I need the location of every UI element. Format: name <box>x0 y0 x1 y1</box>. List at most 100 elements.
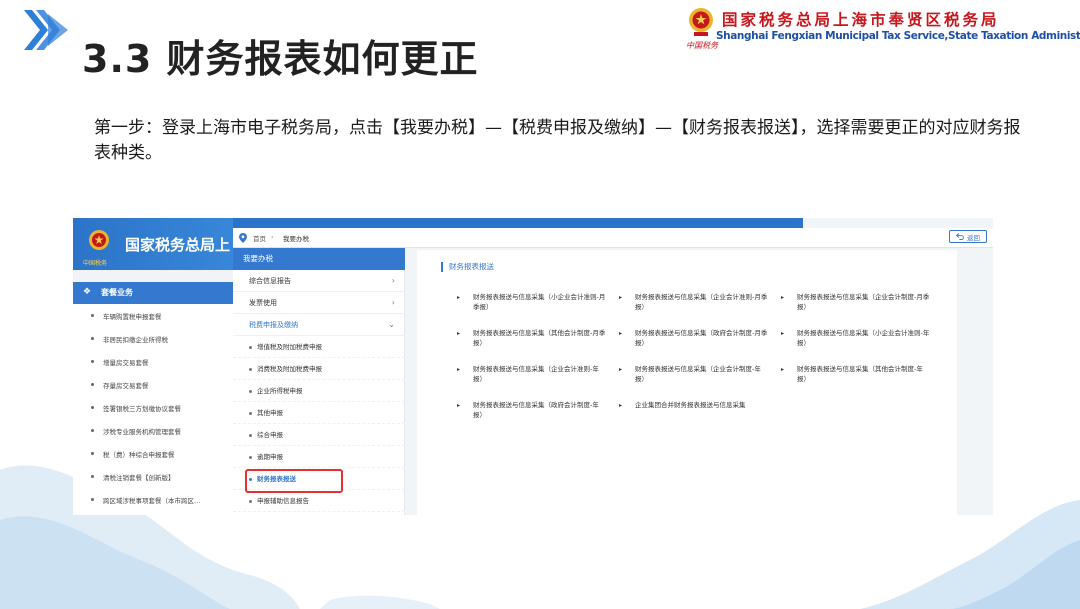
submenu-item[interactable]: 其他申报 <box>233 402 405 424</box>
triangle-bullet-icon: ▸ <box>619 294 623 301</box>
side-menu-header[interactable]: 我要办税 <box>233 248 405 270</box>
package-item[interactable]: 增量房交易套餐 <box>73 350 233 373</box>
menu-item-label: 发票使用 <box>249 299 277 307</box>
submenu-item-label: 企业所得税申报 <box>257 387 303 395</box>
chevron-right-icon: › <box>391 298 395 307</box>
triangle-bullet-icon: ▸ <box>619 402 623 409</box>
report-link-label: 财务报表报送与信息采集（企业会计准则-月季报） <box>635 293 768 311</box>
submenu-item[interactable]: 增值税及附加税费申报 <box>233 336 405 358</box>
report-link-label: 财务报表报送与信息采集（政府会计制度-年报） <box>473 401 599 419</box>
submenu-item[interactable]: 申报辅助信息报告 <box>233 490 405 512</box>
triangle-bullet-icon: ▸ <box>781 366 785 373</box>
report-link-label: 财务报表报送与信息采集（小企业会计准则-月季报） <box>473 293 606 311</box>
report-link[interactable]: ▸ 财务报表报送与信息采集（企业会计制度-月季报） <box>781 292 931 312</box>
report-link[interactable]: ▸ 财务报表报送与信息采集（企业会计制度-年报） <box>619 364 769 384</box>
submenu-item[interactable]: 企业所得税申报 <box>233 380 405 402</box>
bullet-icon <box>249 412 252 415</box>
bullet-icon <box>91 383 94 386</box>
triangle-bullet-icon: ▸ <box>619 366 623 373</box>
package-item-label: 增量房交易套餐 <box>103 358 149 367</box>
return-arrow-icon <box>956 233 964 240</box>
submenu-item[interactable]: 综合申报 <box>233 424 405 446</box>
bullet-icon <box>249 390 252 393</box>
menu-item-invoice[interactable]: 发票使用 › <box>233 292 405 314</box>
report-link[interactable]: ▸ 财务报表报送与信息采集（其他会计制度-年报） <box>781 364 931 384</box>
report-link[interactable]: ▸ 财务报表报送与信息采集（小企业会计准则-年报） <box>781 328 931 348</box>
package-item-label: 存量房交易套餐 <box>103 381 149 390</box>
report-link[interactable]: ▸ 财务报表报送与信息采集（政府会计制度-年报） <box>457 400 607 420</box>
report-link-label: 财务报表报送与信息采集（其他会计制度-月季报） <box>473 329 606 347</box>
report-link-label: 企业集团合并财务报表报送与信息采集 <box>635 401 746 409</box>
package-item-label: 涉税专业服务机构管理套餐 <box>103 427 181 436</box>
back-button-label: 返回 <box>967 233 980 242</box>
package-icon: ❖ <box>83 287 92 297</box>
package-item[interactable]: 跨区域涉税事项套餐（本市跨区… <box>73 488 233 511</box>
package-item-label: 车辆购置税申报套餐 <box>103 312 162 321</box>
triangle-bullet-icon: ▸ <box>457 294 461 301</box>
package-item-label: 签署银税三方划缴协议套餐 <box>103 404 181 413</box>
report-link-label: 财务报表报送与信息采集（小企业会计准则-年报） <box>797 329 930 347</box>
left-seal: 中国税务 <box>83 260 108 267</box>
portal-title: 国家税务总局上 <box>125 236 231 254</box>
brand-name-en: Shanghai Fengxian Municipal Tax Service,… <box>716 30 1080 42</box>
triangle-bullet-icon: ▸ <box>619 330 623 337</box>
bullet-icon <box>91 360 94 363</box>
submenu-item-label: 增值税及附加税费申报 <box>257 343 322 351</box>
back-button[interactable]: 返回 <box>949 230 987 243</box>
instruction-text: 第一步：登录上海市电子税务局，点击【我要办税】—【税费申报及缴纳】—【财务报表报… <box>94 118 1021 163</box>
report-link[interactable]: ▸ 企业集团合并财务报表报送与信息采集 <box>619 400 769 410</box>
menu-item-info-report[interactable]: 综合信息报告 › <box>233 270 405 292</box>
bullet-icon <box>249 456 252 459</box>
package-item[interactable]: 非居民扣缴企业所得税 <box>73 327 233 350</box>
package-item[interactable]: 涉税专业服务机构管理套餐 <box>73 419 233 442</box>
report-link[interactable]: ▸ 财务报表报送与信息采集（其他会计制度-月季报） <box>457 328 607 348</box>
submenu-item-label: 其他申报 <box>257 409 283 417</box>
submenu-item[interactable]: 消费税及附加税费申报 <box>233 358 405 380</box>
package-item-label: 非居民扣缴企业所得税 <box>103 335 168 344</box>
menu-item-tax-declaration[interactable]: 税费申报及缴纳 ⌄ <box>233 314 405 336</box>
content-panel: 财务报表报送 ▸ 财务报表报送与信息采集（小企业会计准则-月季报） ▸ 财务报表报送… <box>417 250 957 515</box>
bullet-icon <box>91 452 94 455</box>
content-title: 财务报表报送 <box>441 262 494 272</box>
brand-name-cn: 国家税务总局上海市奉贤区税务局 <box>722 11 1000 29</box>
breadcrumb-separator: › <box>271 233 274 241</box>
chevron-right-icon: › <box>391 276 395 285</box>
submenu-item-label: 综合申报 <box>257 431 283 439</box>
package-item[interactable]: 车辆购置税申报套餐 <box>73 304 233 327</box>
triangle-bullet-icon: ▸ <box>781 330 785 337</box>
bullet-icon <box>249 346 252 349</box>
location-pin-icon <box>239 233 247 243</box>
chevron-arrows-icon <box>24 10 68 50</box>
breadcrumb-home[interactable]: 首页 <box>253 233 266 243</box>
package-item[interactable]: 存量房交易套餐 <box>73 373 233 396</box>
report-link-label: 财务报表报送与信息采集（其他会计制度-年报） <box>797 365 923 383</box>
breadcrumb: 首页 › 我要办税 返回 <box>233 228 993 248</box>
bullet-icon <box>91 406 94 409</box>
report-link-label: 财务报表报送与信息采集（企业会计制度-月季报） <box>797 293 930 311</box>
submenu-item[interactable]: 逾期申报 <box>233 446 405 468</box>
report-link[interactable]: ▸ 财务报表报送与信息采集（企业会计准则-月季报） <box>619 292 769 312</box>
report-link-label: 财务报表报送与信息采集（政府会计制度-月季报） <box>635 329 768 347</box>
report-link[interactable]: ▸ 财务报表报送与信息采集（政府会计制度-月季报） <box>619 328 769 348</box>
national-emblem-icon <box>89 230 109 250</box>
submenu-item-label: 逾期申报 <box>257 453 283 461</box>
package-item[interactable]: 税（费）种综合申报套餐 <box>73 442 233 465</box>
bullet-icon <box>249 368 252 371</box>
slide-title: 3.3 财务报表如何更正 <box>82 37 479 81</box>
bullet-icon <box>91 337 94 340</box>
report-link[interactable]: ▸ 财务报表报送与信息采集（企业会计准则-年报） <box>457 364 607 384</box>
triangle-bullet-icon: ▸ <box>781 294 785 301</box>
report-link[interactable]: ▸ 财务报表报送与信息采集（小企业会计准则-月季报） <box>457 292 607 312</box>
package-item-label: 跨区域涉税事项套餐（本市跨区… <box>103 496 201 505</box>
tax-portal-screenshot: 中国税务 国家税务总局上 ❖ 套餐业务 车辆购置税申报套餐 非居民扣缴企业所得税… <box>73 218 993 515</box>
triangle-bullet-icon: ▸ <box>457 366 461 373</box>
menu-item-label: 综合信息报告 <box>249 277 291 285</box>
package-item[interactable]: 签署银税三方划缴协议套餐 <box>73 396 233 419</box>
submenu-item-label: 消费税及附加税费申报 <box>257 365 322 373</box>
bullet-icon <box>91 314 94 317</box>
bullet-icon <box>249 434 252 437</box>
package-item[interactable]: 清税注销套餐【创新版】 <box>73 465 233 488</box>
menu-item-label: 税费申报及缴纳 <box>249 321 298 329</box>
triangle-bullet-icon: ▸ <box>457 402 461 409</box>
bullet-icon <box>91 498 94 501</box>
